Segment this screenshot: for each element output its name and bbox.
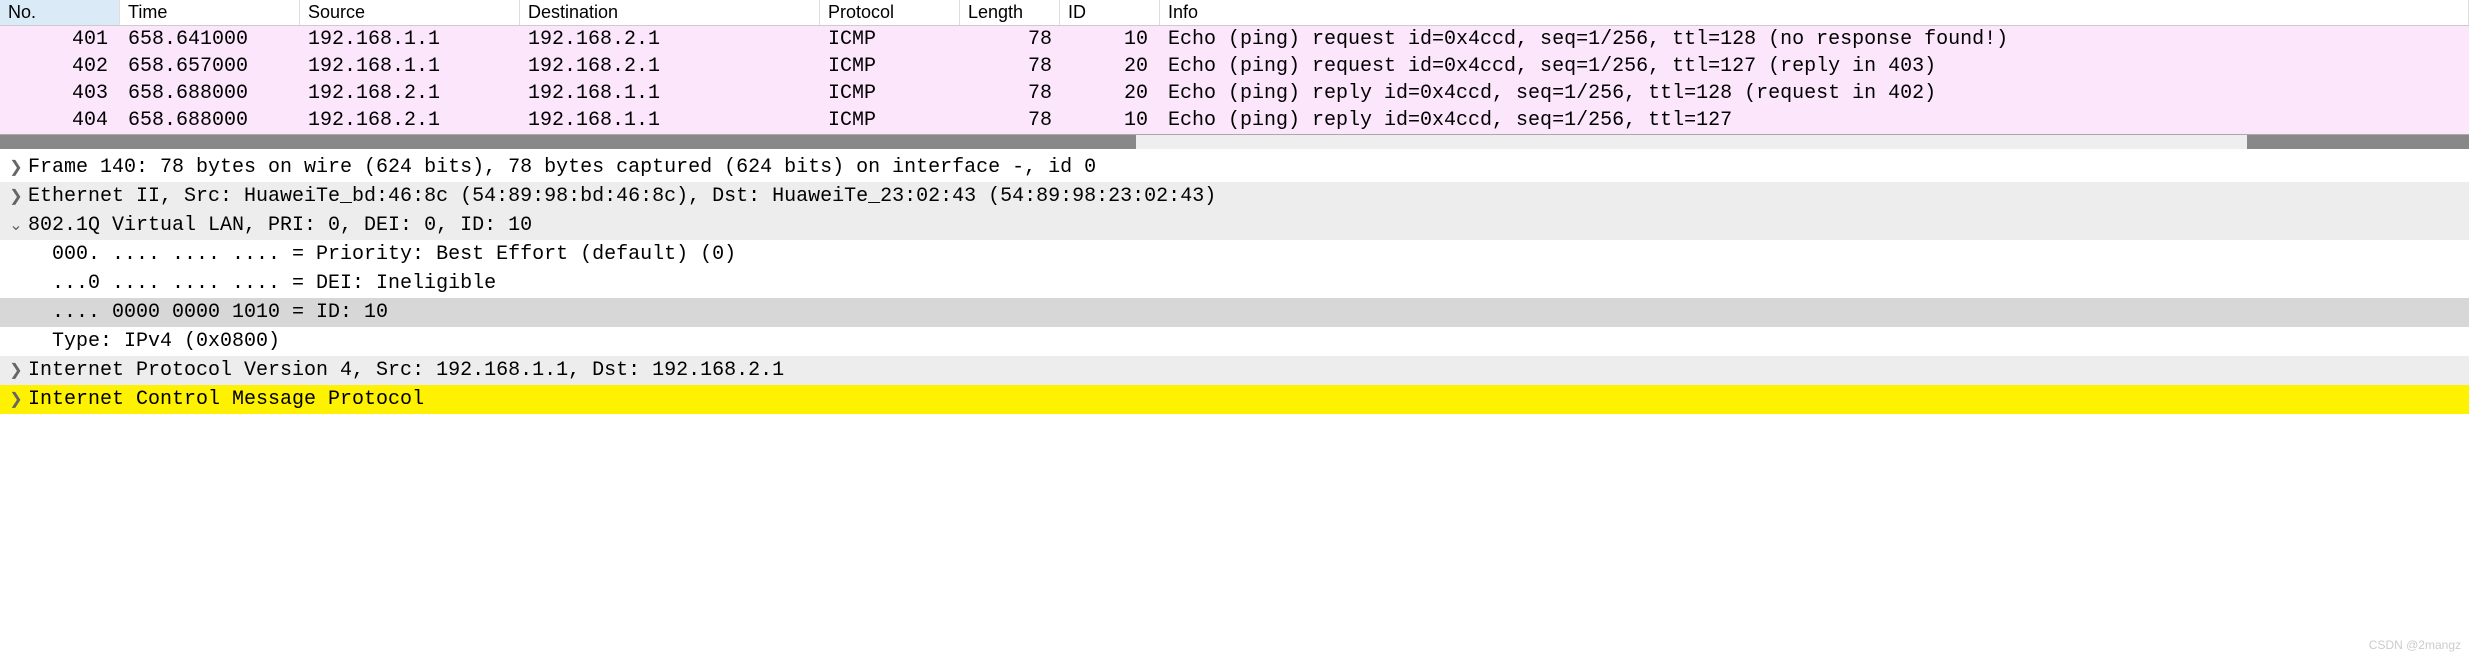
- detail-text: .... 0000 0000 1010 = ID: 10: [52, 298, 2465, 327]
- packet-list-header[interactable]: No. Time Source Destination Protocol Len…: [0, 0, 2469, 26]
- column-header-id[interactable]: ID: [1060, 0, 1160, 25]
- cell-time: 658.641000: [120, 26, 300, 53]
- detail-text: 802.1Q Virtual LAN, PRI: 0, DEI: 0, ID: …: [28, 211, 2465, 240]
- column-header-time[interactable]: Time: [120, 0, 300, 25]
- chevron-right-icon[interactable]: ❯: [4, 156, 28, 179]
- detail-text: Internet Protocol Version 4, Src: 192.16…: [28, 356, 2465, 385]
- chevron-right-icon[interactable]: ❯: [4, 388, 28, 411]
- cell-id: 10: [1060, 107, 1160, 134]
- detail-text: ...0 .... .... .... = DEI: Ineligible: [52, 269, 2465, 298]
- cell-info: Echo (ping) reply id=0x4ccd, seq=1/256, …: [1160, 107, 2469, 134]
- column-header-no[interactable]: No.: [0, 0, 120, 25]
- cell-time: 658.688000: [120, 80, 300, 107]
- cell-no: 403: [0, 80, 120, 107]
- column-header-info[interactable]: Info: [1160, 0, 2469, 25]
- detail-vlan[interactable]: ⌄ 802.1Q Virtual LAN, PRI: 0, DEI: 0, ID…: [0, 211, 2469, 240]
- detail-text: Internet Control Message Protocol: [28, 385, 2465, 414]
- cell-id: 10: [1060, 26, 1160, 53]
- column-header-length[interactable]: Length: [960, 0, 1060, 25]
- cell-info: Echo (ping) request id=0x4ccd, seq=1/256…: [1160, 53, 2469, 80]
- cell-destination: 192.168.1.1: [520, 107, 820, 134]
- cell-info: Echo (ping) request id=0x4ccd, seq=1/256…: [1160, 26, 2469, 53]
- cell-protocol: ICMP: [820, 80, 960, 107]
- cell-protocol: ICMP: [820, 26, 960, 53]
- cell-source: 192.168.1.1: [300, 26, 520, 53]
- watermark: CSDN @2mangz: [2369, 638, 2461, 652]
- column-header-source[interactable]: Source: [300, 0, 520, 25]
- cell-length: 78: [960, 26, 1060, 53]
- column-header-destination[interactable]: Destination: [520, 0, 820, 25]
- detail-vlan-priority[interactable]: 000. .... .... .... = Priority: Best Eff…: [0, 240, 2469, 269]
- cell-destination: 192.168.1.1: [520, 80, 820, 107]
- cell-length: 78: [960, 53, 1060, 80]
- cell-destination: 192.168.2.1: [520, 53, 820, 80]
- detail-frame[interactable]: ❯ Frame 140: 78 bytes on wire (624 bits)…: [0, 153, 2469, 182]
- cell-destination: 192.168.2.1: [520, 26, 820, 53]
- cell-protocol: ICMP: [820, 107, 960, 134]
- detail-text: Frame 140: 78 bytes on wire (624 bits), …: [28, 153, 2465, 182]
- chevron-right-icon[interactable]: ❯: [4, 185, 28, 208]
- packet-row[interactable]: 401 658.641000 192.168.1.1 192.168.2.1 I…: [0, 26, 2469, 53]
- detail-icmp[interactable]: ❯ Internet Control Message Protocol: [0, 385, 2469, 414]
- cell-no: 401: [0, 26, 120, 53]
- cell-info: Echo (ping) reply id=0x4ccd, seq=1/256, …: [1160, 80, 2469, 107]
- column-header-protocol[interactable]: Protocol: [820, 0, 960, 25]
- cell-source: 192.168.2.1: [300, 107, 520, 134]
- chevron-right-icon[interactable]: ❯: [4, 359, 28, 382]
- cell-source: 192.168.2.1: [300, 80, 520, 107]
- detail-text: Type: IPv4 (0x0800): [52, 327, 2465, 356]
- packet-row[interactable]: 402 658.657000 192.168.1.1 192.168.2.1 I…: [0, 53, 2469, 80]
- horizontal-scrollbar[interactable]: [0, 135, 2469, 149]
- cell-no: 404: [0, 107, 120, 134]
- packet-details-pane[interactable]: ❯ Frame 140: 78 bytes on wire (624 bits)…: [0, 149, 2469, 414]
- detail-vlan-id[interactable]: .... 0000 0000 1010 = ID: 10: [0, 298, 2469, 327]
- cell-id: 20: [1060, 80, 1160, 107]
- detail-ipv4[interactable]: ❯ Internet Protocol Version 4, Src: 192.…: [0, 356, 2469, 385]
- detail-text: Ethernet II, Src: HuaweiTe_bd:46:8c (54:…: [28, 182, 2465, 211]
- packet-row[interactable]: 403 658.688000 192.168.2.1 192.168.1.1 I…: [0, 80, 2469, 107]
- cell-no: 402: [0, 53, 120, 80]
- chevron-down-icon[interactable]: ⌄: [4, 214, 28, 237]
- cell-length: 78: [960, 80, 1060, 107]
- packet-row[interactable]: 404 658.688000 192.168.2.1 192.168.1.1 I…: [0, 107, 2469, 134]
- cell-id: 20: [1060, 53, 1160, 80]
- detail-vlan-type[interactable]: Type: IPv4 (0x0800): [0, 327, 2469, 356]
- cell-source: 192.168.1.1: [300, 53, 520, 80]
- cell-time: 658.657000: [120, 53, 300, 80]
- cell-time: 658.688000: [120, 107, 300, 134]
- detail-text: 000. .... .... .... = Priority: Best Eff…: [52, 240, 2465, 269]
- detail-ethernet[interactable]: ❯ Ethernet II, Src: HuaweiTe_bd:46:8c (5…: [0, 182, 2469, 211]
- cell-protocol: ICMP: [820, 53, 960, 80]
- detail-vlan-dei[interactable]: ...0 .... .... .... = DEI: Ineligible: [0, 269, 2469, 298]
- packet-list-pane[interactable]: No. Time Source Destination Protocol Len…: [0, 0, 2469, 135]
- cell-length: 78: [960, 107, 1060, 134]
